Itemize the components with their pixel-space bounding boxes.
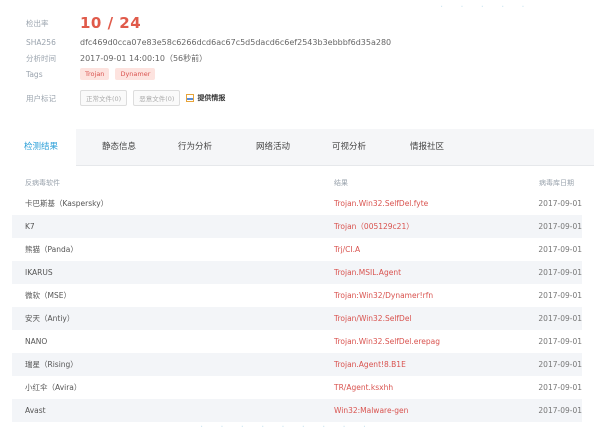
db-date: 2017-09-01 [538,337,582,346]
engine-name: 瑞星（Rising） [25,360,78,369]
sha-value: dfc469d0cca07e83e58c6266dcd6ac67c5d5dacd… [80,38,392,47]
db-date: 2017-09-01 [538,291,582,300]
ratio-row: 检出率 10 / 24 [26,14,141,32]
table-row: NANO Trojan.Win32.SelfDel.erepag 2017-09… [12,330,582,353]
detection-result: TR/Agent.ksxhh [334,383,394,392]
detection-result: Trojan/Win32.SelfDel [334,314,412,323]
detection-result: Trojan.Win32.SelfDel.erepag [334,337,441,346]
table-row: 小红伞（Avira） TR/Agent.ksxhh 2017-09-01 [12,376,582,399]
db-date: 2017-09-01 [538,245,582,254]
db-date: 2017-09-01 [538,199,582,208]
db-date: 2017-09-01 [538,360,582,369]
detection-result: Trojan:Win32/Dynamer!rfn [334,291,434,300]
db-date: 2017-09-01 [538,314,582,323]
tab-bar: 检测结果 静态信息 行为分析 网络活动 可视分析 情报社区 [6,129,594,166]
user-mark-row: 用户标记 正常文件(0) 恶意文件(0) 提供情报 [26,90,225,106]
tags-label: Tags [26,69,43,79]
tab-static-info[interactable]: 静态信息 [84,129,154,165]
tab-behavior-analysis[interactable]: 行为分析 [160,129,230,165]
sha-row: SHA256 dfc469d0cca07e83e58c6266dcd6ac67c… [26,38,391,47]
mark-normal-button[interactable]: 正常文件(0) [80,90,128,106]
db-date: 2017-09-01 [538,406,582,415]
engine-name: 微软（MSE） [25,291,71,300]
engine-name: 小红伞（Avira） [25,383,82,392]
header-date: 病毒库日期 [539,179,574,187]
detection-result: Trojan.Agent!8.B1E [334,360,406,369]
table-row: 微软（MSE） Trojan:Win32/Dynamer!rfn 2017-09… [12,284,582,307]
provide-intel-button[interactable]: 提供情报 [186,93,225,103]
provide-intel-label: 提供情报 [197,94,226,102]
time-value: 2017-09-01 14:00:10（56秒前） [80,54,208,63]
tab-network-activity[interactable]: 网络活动 [238,129,308,165]
report-icon [186,94,195,102]
engine-name: IKARUS [25,268,53,277]
engine-name: K7 [25,222,35,231]
header-engine: 反病毒软件 [25,179,60,187]
detection-ratio: 10 / 24 [80,14,142,32]
decorative-dashes: · · · · · [440,2,532,13]
detection-result: Trojan（005129c21） [334,222,414,231]
engine-name: NANO [25,337,48,346]
table-row: 卡巴斯基（Kaspersky） Trojan.Win32.SelfDel.fyt… [12,192,582,215]
engine-name: 熊猫（Panda） [25,245,78,254]
table-row: Avast Win32:Malware-gen 2017-09-01 [12,399,582,422]
time-label: 分析时间 [26,54,56,63]
header-result: 结果 [334,179,348,187]
db-date: 2017-09-01 [538,383,582,392]
time-row: 分析时间 2017-09-01 14:00:10（56秒前） [26,53,207,64]
table-row: IKARUS Trojan.MSIL.Agent 2017-09-01 [12,261,582,284]
ratio-label: 检出率 [26,18,49,28]
tab-visual-analysis[interactable]: 可视分析 [314,129,384,165]
user-mark-label: 用户标记 [26,93,56,103]
tag-dynamer[interactable]: Dynamer [115,68,156,80]
tab-intel-community[interactable]: 情报社区 [392,129,462,165]
table-row: 安天（Antiy） Trojan/Win32.SelfDel 2017-09-0… [12,307,582,330]
table-row: K7 Trojan（005129c21） 2017-09-01 [12,215,582,238]
engine-name: 卡巴斯基（Kaspersky） [25,199,109,208]
table-row: 熊猫（Panda） Trj/CI.A 2017-09-01 [12,238,582,261]
decorative-dashes: · · · · · · · · · [200,422,374,433]
engine-name: 安天（Antiy） [25,314,75,323]
tab-detection-results[interactable]: 检测结果 [6,129,77,166]
engine-name: Avast [25,406,46,415]
detection-result: Win32:Malware-gen [334,406,409,415]
detection-result: Trojan.Win32.SelfDel.fyte [334,199,429,208]
db-date: 2017-09-01 [538,222,582,231]
results-table-header: 反病毒软件 结果 病毒库日期 [6,173,576,193]
mark-malicious-button[interactable]: 恶意文件(0) [133,90,181,106]
detection-result: Trj/CI.A [334,245,361,254]
sha-label: SHA256 [26,38,56,47]
tags-row: Tags Trojan Dynamer [26,68,161,80]
db-date: 2017-09-01 [538,268,582,277]
detection-result: Trojan.MSIL.Agent [334,268,402,277]
tag-trojan[interactable]: Trojan [80,68,110,80]
table-row: 瑞星（Rising） Trojan.Agent!8.B1E 2017-09-01 [12,353,582,376]
